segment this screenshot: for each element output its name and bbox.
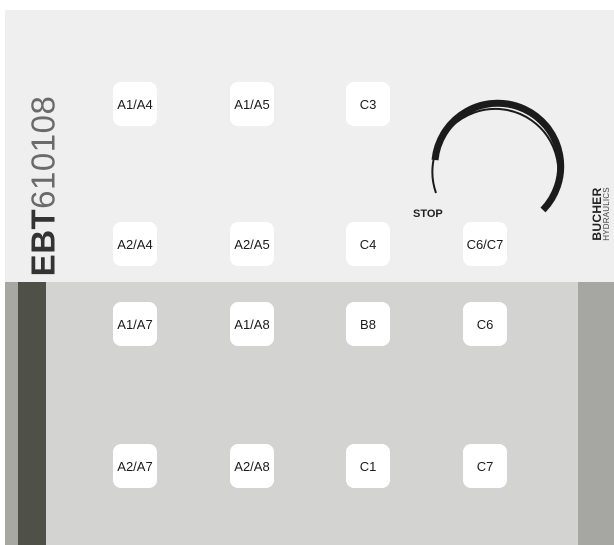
brand-logo: BUCHER HYDRAULICS xyxy=(590,187,611,241)
key-c6[interactable]: C6 xyxy=(463,302,507,346)
key-a1-a5[interactable]: A1/A5 xyxy=(230,82,274,126)
control-panel: EBT610108 STOP BUCHER HYDRAULICS A1/A4 A… xyxy=(5,10,614,545)
stop-label: STOP xyxy=(413,208,443,220)
key-a2-a8[interactable]: A2/A8 xyxy=(230,444,274,488)
key-a2-a5[interactable]: A2/A5 xyxy=(230,222,274,266)
stop-dial-arc-thick xyxy=(431,99,565,213)
key-a1-a4[interactable]: A1/A4 xyxy=(113,82,157,126)
key-a1-a7[interactable]: A1/A7 xyxy=(113,302,157,346)
stop-dial[interactable] xyxy=(5,10,614,545)
key-c7[interactable]: C7 xyxy=(463,444,507,488)
key-a2-a7[interactable]: A2/A7 xyxy=(113,444,157,488)
key-c6-c7[interactable]: C6/C7 xyxy=(463,222,507,266)
key-c3[interactable]: C3 xyxy=(346,82,390,126)
key-c1[interactable]: C1 xyxy=(346,444,390,488)
key-a1-a8[interactable]: A1/A8 xyxy=(230,302,274,346)
key-b8[interactable]: B8 xyxy=(346,302,390,346)
key-a2-a4[interactable]: A2/A4 xyxy=(113,222,157,266)
key-c4[interactable]: C4 xyxy=(346,222,390,266)
brand-subtitle: HYDRAULICS xyxy=(602,187,611,241)
